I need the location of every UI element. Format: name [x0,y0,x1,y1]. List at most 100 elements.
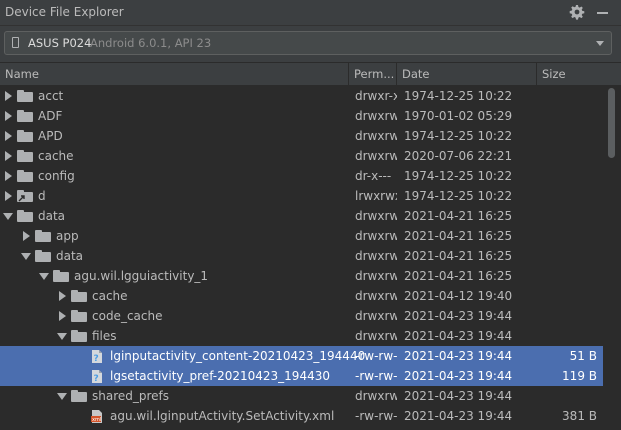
header-date[interactable]: Date [397,63,537,85]
file-date: 1974-12-25 10:22 [404,189,513,203]
expanded-arrow-icon[interactable] [21,253,31,260]
tree-row[interactable]: APD drwxrw: 1974-12-25 10:22 [0,126,603,146]
file-date: 2021-04-23 19:44 [404,309,513,323]
file-permissions: drwxrw: [355,389,397,403]
xml-file-icon: xml [91,409,103,424]
file-name: data [38,209,66,223]
tree-row[interactable]: acct drwxr-x 1974-12-25 10:22 [0,86,603,106]
file-name: shared_prefs [92,389,170,403]
file-name: ADF [38,109,63,123]
file-permissions: -rw-rw- [355,409,397,423]
file-permissions: drwxrw: [355,229,397,243]
file-name: app [56,229,79,243]
folder-icon [71,310,87,322]
tree-row[interactable]: shared_prefs drwxrw: 2021-04-23 19:44 [0,386,603,406]
expanded-arrow-icon[interactable] [39,273,49,280]
file-size: 119 B [562,369,597,383]
file-date: 2021-04-21 16:25 [404,209,513,223]
tree-row[interactable]: data drwxrw: 2021-04-21 16:25 [0,246,603,266]
file-permissions: dr-x--- [355,169,392,183]
file-permissions: drwxrw: [355,309,397,323]
header-size[interactable]: Size [537,63,604,85]
file-permissions: drwxrw: [355,329,397,343]
file-permissions: -rw-rw- [355,349,397,363]
file-date: 2021-04-12 19:40 [404,289,513,303]
collapsed-arrow-icon[interactable] [5,131,12,141]
tree-row[interactable]: ADF drwxrw: 1970-01-02 05:29 [0,106,603,126]
file-name: cache [38,149,74,163]
file-date: 2021-04-23 19:44 [404,389,513,403]
collapsed-arrow-icon[interactable] [5,91,12,101]
file-name: lginputactivity_content-20210423_194440 [110,349,366,363]
file-permissions: drwxrw: [355,109,397,123]
collapsed-arrow-icon[interactable] [5,191,12,201]
file-date: 2021-04-23 19:44 [404,329,513,343]
file-permissions: -rw-rw- [355,369,397,383]
tool-window-header: Device File Explorer [0,0,621,26]
tool-window-title: Device File Explorer [5,5,124,19]
collapsed-arrow-icon[interactable] [23,231,30,241]
folder-icon [53,270,69,282]
tree-row[interactable]: d lrwxrwx 1974-12-25 10:22 [0,186,603,206]
tree-row[interactable]: data drwxrw: 2021-04-21 16:25 [0,206,603,226]
device-dropdown[interactable]: ASUS P024 Android 6.0.1, API 23 [4,31,612,55]
tree-row[interactable]: code_cache drwxrw: 2021-04-23 19:44 [0,306,603,326]
folder-icon [71,330,87,342]
collapsed-arrow-icon[interactable] [5,151,12,161]
file-name: agu.wil.lgguiactivity_1 [74,269,209,283]
minimize-icon[interactable] [597,12,608,14]
expanded-arrow-icon[interactable] [57,333,67,340]
tree-row[interactable]: agu.wil.lgguiactivity_1 drwxrw: 2021-04-21… [0,266,603,286]
file-name: cache [92,289,128,303]
folder-link-icon [17,190,33,202]
collapsed-arrow-icon[interactable] [59,291,66,301]
device-bar: ASUS P024 Android 6.0.1, API 23 [0,26,621,62]
file-permissions: drwxrw: [355,129,397,143]
folder-icon [17,110,33,122]
gear-icon[interactable] [569,4,585,20]
file-name: data [56,249,84,263]
tree-row[interactable]: files drwxrw: 2021-04-23 19:44 [0,326,603,346]
file-permissions: lrwxrwx [355,189,397,203]
header-name[interactable]: Name [0,63,349,85]
file-name: code_cache [92,309,163,323]
tree-row[interactable]: config dr-x--- 1974-12-25 10:22 [0,166,603,186]
folder-icon [35,230,51,242]
svg-text:xml: xml [92,417,101,423]
file-date: 2021-04-23 19:44 [404,409,513,423]
file-date: 2020-07-06 22:21 [404,149,513,163]
device-detail: Android 6.0.1, API 23 [90,36,212,50]
file-size: 51 B [569,349,597,363]
collapsed-arrow-icon[interactable] [59,311,66,321]
file-name: APD [38,129,63,143]
tree-row[interactable]: ? lgsetactivity_pref-20210423_194430 -rw-r… [0,366,603,386]
tree-row[interactable]: ? lginputactivity_content-20210423_194440… [0,346,603,366]
svg-text:?: ? [94,374,99,384]
file-date: 1970-01-02 05:29 [404,109,513,123]
file-name: lgsetactivity_pref-20210423_194430 [110,369,330,383]
folder-icon [71,290,87,302]
file-permissions: drwxrw: [355,149,397,163]
file-date: 2021-04-23 19:44 [404,369,513,383]
folder-icon [17,150,33,162]
tree-row[interactable]: cache drwxrw: 2021-04-12 19:40 [0,286,603,306]
folder-icon [17,90,33,102]
tree-row[interactable]: app drwxrw: 2021-04-21 16:25 [0,226,603,246]
file-date: 2021-04-21 16:25 [404,249,513,263]
expanded-arrow-icon[interactable] [57,393,67,400]
file-name: d [38,189,46,203]
collapsed-arrow-icon[interactable] [5,111,12,121]
tree-row[interactable]: cache drwxrw: 2020-07-06 22:21 [0,146,603,166]
column-headers: Name Perm... Date Size [0,62,621,86]
expanded-arrow-icon[interactable] [3,213,13,220]
file-name: config [38,169,75,183]
collapsed-arrow-icon[interactable] [5,171,12,181]
header-permissions[interactable]: Perm... [349,63,397,85]
scrollbar-thumb[interactable] [608,88,615,158]
tree-row[interactable]: xml agu.wil.lginputActivity.SetActivity.x… [0,406,603,426]
file-permissions: drwxr-x [355,89,397,103]
folder-icon [17,170,33,182]
vertical-scrollbar[interactable] [604,86,621,428]
file-permissions: drwxrw: [355,269,397,283]
chevron-down-icon [596,41,604,46]
